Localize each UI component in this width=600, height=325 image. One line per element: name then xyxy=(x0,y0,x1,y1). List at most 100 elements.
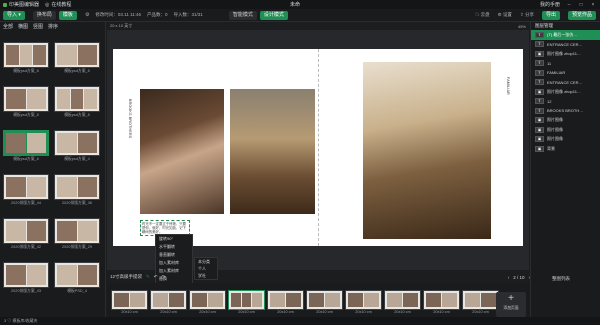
submenu-personal[interactable]: 个人 xyxy=(195,265,217,272)
layer-item[interactable]: T ENTRANCE CER… xyxy=(531,78,600,88)
template-thumb[interactable] xyxy=(54,42,100,68)
template-thumb[interactable] xyxy=(3,218,49,244)
document-title: 未命 xyxy=(290,2,301,8)
zoom-level[interactable]: 45% xyxy=(518,24,526,29)
layer-item[interactable]: T (T) 最后一张仿… xyxy=(531,30,600,40)
page-thumb[interactable] xyxy=(384,290,421,310)
layer-panel: 图层管理 T (T) 最后一张仿… T ENTRANCE CER… ▣ 照片图像 zh… xyxy=(530,22,600,317)
layer-item[interactable]: T 12 xyxy=(531,97,600,107)
template-label: 2020排版方案_44 xyxy=(11,201,41,205)
filter-portrait[interactable]: 竖图 xyxy=(33,23,43,30)
page-size-label: 20x10 cm xyxy=(199,310,216,314)
template-button[interactable]: 模板 xyxy=(58,10,77,20)
page-thumb[interactable] xyxy=(306,290,343,310)
template-label: 模板psd方案_8 xyxy=(64,113,90,117)
image-layer-icon: ▣ xyxy=(535,117,544,124)
page-thumb[interactable] xyxy=(189,290,226,310)
modified-time: 修改时间：03.11 11:46 xyxy=(95,12,142,17)
menu-flip-horizontal[interactable]: 水平翻转 xyxy=(156,243,192,251)
template-label: 模板psd方案_8 xyxy=(13,69,39,73)
photo-frame[interactable] xyxy=(230,89,315,214)
layer-item[interactable]: T 11 xyxy=(531,59,600,69)
submenu-this-category[interactable]: 本分类 xyxy=(195,258,217,265)
filter-all[interactable]: 全部 xyxy=(3,23,13,30)
template-label: 模板psd方案_8 xyxy=(13,157,39,161)
photo-frame[interactable] xyxy=(363,62,491,239)
close-icon[interactable]: × xyxy=(590,2,596,8)
undo-icon[interactable]: ↶ xyxy=(154,274,158,280)
next-page-icon[interactable]: › xyxy=(529,275,531,280)
template-thumb-selected[interactable] xyxy=(3,130,49,156)
text-layer-icon: T xyxy=(535,31,544,38)
page-strip-toolbar: 12寸高级手提袋 ✎ ↶ ↷ ‹ 2 / 10 › xyxy=(107,273,530,281)
vertical-title-left[interactable]: BROOKS BROTHERS xyxy=(128,99,132,138)
minimize-icon[interactable]: – xyxy=(566,2,572,8)
prev-page-icon[interactable]: ‹ xyxy=(508,275,510,280)
template-label: 2020排版方案_42 xyxy=(11,245,41,249)
layer-item[interactable]: ▣ 照片图像 xyxy=(531,116,600,126)
page-thumb[interactable] xyxy=(111,290,148,310)
layer-item[interactable]: ▣ 照片图像 xyxy=(531,125,600,135)
layer-item[interactable]: ▣ 照片图像 xyxy=(531,135,600,145)
page-thumb[interactable] xyxy=(345,290,382,310)
view-list-button[interactable]: 整图列表 xyxy=(552,276,570,282)
layer-item[interactable]: T BROOKS BROTH… xyxy=(531,106,600,116)
menu-add-to-library[interactable]: 加入素材库 xyxy=(156,259,192,267)
page-size-label: 20x10 cm xyxy=(355,310,372,314)
filter-sort[interactable]: 排序 xyxy=(48,23,58,30)
template-thumb[interactable] xyxy=(54,86,100,112)
photo-frame[interactable] xyxy=(140,89,224,214)
redo-icon[interactable]: ↷ xyxy=(162,274,166,280)
edit-icon[interactable]: ✎ xyxy=(146,274,150,280)
preview-button[interactable]: 预览作品 xyxy=(567,10,596,20)
page-thumb[interactable] xyxy=(150,290,187,310)
template-thumb[interactable] xyxy=(54,262,100,288)
filter-landscape[interactable]: 横图 xyxy=(18,23,28,30)
image-layer-icon: ▣ xyxy=(535,136,544,143)
app-window: 印美图编辑器 ◎ 在线教程 未命 我的手册 – □ × 导入 ▾ 换布局 模板 ⚙… xyxy=(0,0,600,325)
share-button[interactable]: ⇪ 分享 xyxy=(520,12,534,18)
library-favorites[interactable]: 3 ♡ 模板库/收藏夹 xyxy=(4,318,38,324)
template-thumb[interactable] xyxy=(54,130,100,156)
page-size-label: 20x10 cm xyxy=(238,310,255,314)
layer-item[interactable]: T ENTRANCE CER… xyxy=(531,40,600,50)
template-thumb[interactable] xyxy=(3,86,49,112)
tab-design-mode[interactable]: 设计模式 xyxy=(259,10,288,20)
layer-item[interactable]: ▣ 照片图像 zhop11… xyxy=(531,87,600,97)
settings-button[interactable]: ⚙ 设置 xyxy=(498,12,512,18)
export-button[interactable]: 导出 xyxy=(541,10,560,20)
spread-page[interactable]: BROOKS BROTHERS FAMILIAR 时光不一定要过于惊艳，只要是你… xyxy=(113,49,523,246)
layer-item[interactable]: T FAMILIAR xyxy=(531,68,600,78)
import-button[interactable]: 导入 ▾ xyxy=(3,10,25,20)
template-label: 2020排版方案_36 xyxy=(62,201,92,205)
template-thumb[interactable] xyxy=(3,262,49,288)
template-thumb[interactable] xyxy=(54,218,100,244)
cloud-button[interactable]: ☁ 云盘 xyxy=(475,12,490,18)
product-title: 12寸高级手提袋 xyxy=(110,274,143,279)
vertical-title-right[interactable]: FAMILIAR xyxy=(506,77,510,95)
help-link[interactable]: ◎ 在线教程 xyxy=(45,1,71,9)
image-layer-icon: ▣ xyxy=(535,126,544,133)
new-layout-button[interactable]: 换布局 xyxy=(32,10,56,20)
template-thumb[interactable] xyxy=(3,42,49,68)
template-label: 2020排版方案_29 xyxy=(62,245,92,249)
layer-item[interactable]: ▣ 背景 xyxy=(531,144,600,154)
template-thumb[interactable] xyxy=(3,174,49,200)
import-count: 导入数：31/31 xyxy=(173,12,203,17)
menu-rotate-90[interactable]: 旋转90° xyxy=(156,235,192,243)
layer-item[interactable]: ▣ 照片图像 zhop11… xyxy=(531,49,600,59)
add-page-button[interactable]: + 添加页面 xyxy=(496,292,526,317)
template-thumb[interactable] xyxy=(54,174,100,200)
tab-smart-mode[interactable]: 智能模式 xyxy=(228,10,257,20)
canvas-info-bar: 20 x 10 英寸 45% xyxy=(107,22,529,30)
page-thumb[interactable] xyxy=(423,290,460,310)
page-thumb-current[interactable] xyxy=(228,290,265,310)
page-thumb[interactable] xyxy=(267,290,304,310)
image-layer-icon: ▣ xyxy=(535,50,544,57)
account-button[interactable]: 我的手册 xyxy=(540,1,560,8)
page-thumb[interactable] xyxy=(462,290,499,310)
settings-icon[interactable]: ⚙ xyxy=(85,12,89,18)
app-menu[interactable]: 印美图编辑器 xyxy=(3,1,39,8)
maximize-icon[interactable]: □ xyxy=(578,2,584,8)
menu-flip-vertical[interactable]: 垂直翻转 xyxy=(156,251,192,259)
